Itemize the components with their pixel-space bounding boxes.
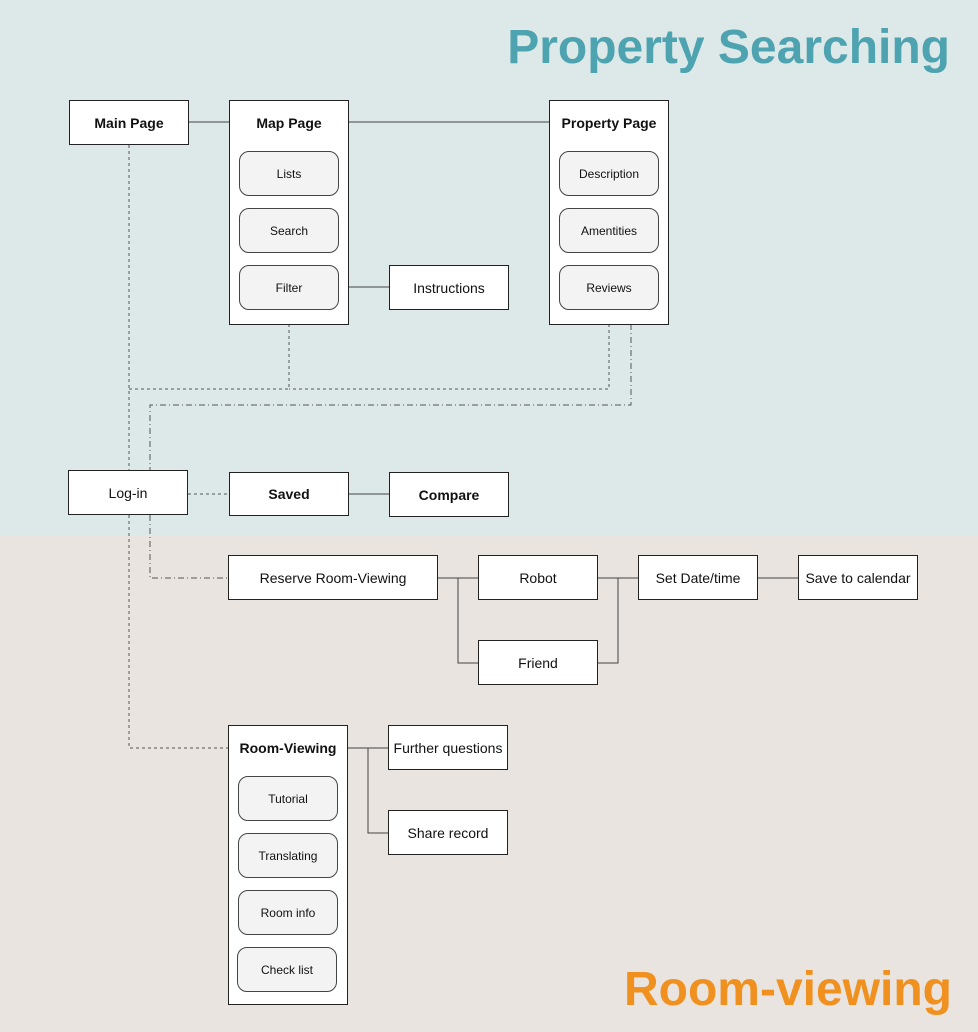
compare-node: Compare [389, 472, 509, 517]
connector-reserve-friend [457, 578, 478, 664]
check-list-item: Check list [237, 947, 337, 992]
save-to-calendar-node: Save to calendar [798, 555, 918, 600]
connector-map-login-dashed [129, 324, 290, 390]
instructions-node: Instructions [389, 265, 509, 310]
reviews-item: Reviews [559, 265, 659, 310]
log-in-node: Log-in [68, 470, 188, 515]
connector-friend-datetime [597, 578, 619, 664]
further-questions-node: Further questions [388, 725, 508, 770]
description-item: Description [559, 151, 659, 196]
search-item: Search [239, 208, 339, 253]
translating-item: Translating [238, 833, 338, 878]
room-info-item: Room info [238, 890, 338, 935]
connector-login-reserve-dashdot [149, 515, 228, 579]
saved-node: Saved [229, 472, 349, 516]
reserve-room-viewing-node: Reserve Room-Viewing [228, 555, 438, 600]
lists-item: Lists [239, 151, 339, 196]
connector-roomviewing-share [367, 748, 388, 834]
connector-login-roomviewing-dashed [128, 515, 228, 749]
filter-item: Filter [239, 265, 339, 310]
amentities-item: Amentities [559, 208, 659, 253]
friend-node: Friend [478, 640, 598, 685]
robot-node: Robot [478, 555, 598, 600]
connector-property-login-dashed [289, 324, 610, 390]
connector-property-reserve-dashdot [149, 324, 632, 470]
tutorial-item: Tutorial [238, 776, 338, 821]
share-record-node: Share record [388, 810, 508, 855]
main-page-node: Main Page [69, 100, 189, 145]
set-date-time-node: Set Date/time [638, 555, 758, 600]
